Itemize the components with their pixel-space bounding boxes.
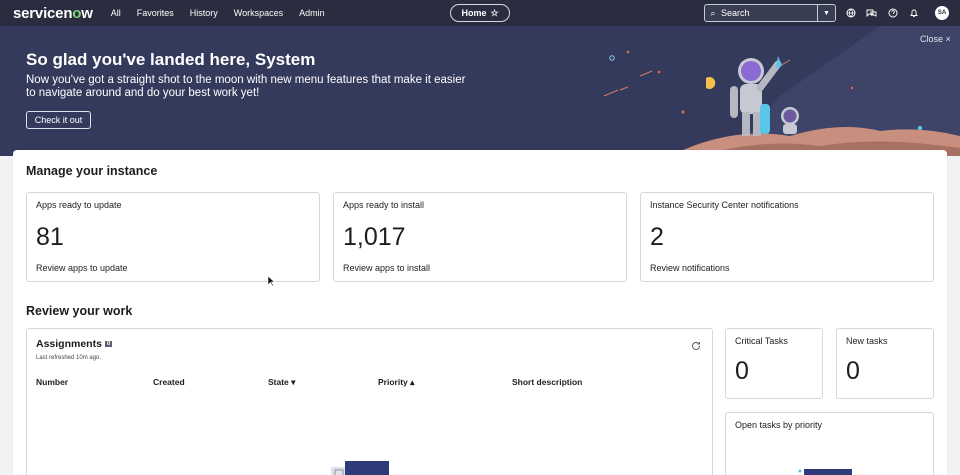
review-work-heading: Review your work — [26, 304, 133, 318]
chart-placeholder-illustration — [798, 469, 852, 475]
sort-up-icon: ▴ — [410, 377, 415, 387]
card-title: Instance Security Center notifications — [650, 200, 799, 210]
globe-icon[interactable] — [844, 6, 857, 19]
nav-all[interactable]: All — [111, 8, 121, 18]
search-icon: ⌕ — [710, 7, 716, 18]
column-state[interactable]: State ▾ — [268, 377, 295, 388]
nav-favorites[interactable]: Favorites — [137, 8, 174, 18]
nav-history[interactable]: History — [190, 8, 218, 18]
card-value: 2 — [650, 223, 664, 251]
search-dropdown-icon[interactable]: ▼ — [817, 5, 835, 21]
chat-icon[interactable] — [865, 6, 878, 19]
top-navigation: servicenow All Favorites History Workspa… — [0, 0, 960, 26]
home-label: Home — [461, 8, 487, 18]
last-refreshed: Last refreshed 10m ago. — [36, 355, 102, 361]
review-apps-install-link[interactable]: Review apps to install — [343, 263, 430, 273]
star-icon[interactable]: ☆ — [490, 8, 498, 19]
card-title: Apps ready to update — [36, 200, 122, 210]
column-priority[interactable]: Priority ▴ — [378, 377, 414, 388]
help-icon[interactable] — [886, 6, 899, 19]
welcome-banner: So glad you've landed here, System Now y… — [0, 26, 960, 156]
astronaut-illustration — [603, 26, 960, 156]
nav-workspaces[interactable]: Workspaces — [234, 8, 283, 18]
close-banner-button[interactable]: Close × — [920, 34, 951, 44]
assignments-card: Assignments 0 Last refreshed 10m ago. Num… — [26, 328, 713, 475]
nav-links: All Favorites History Workspaces Admin — [111, 8, 341, 18]
review-notifications-link[interactable]: Review notifications — [650, 263, 730, 273]
card-title: Critical Tasks — [735, 336, 788, 346]
main-panel: Manage your instance Apps ready to updat… — [13, 150, 947, 475]
check-it-out-button[interactable]: Check it out — [26, 111, 91, 129]
column-short-description[interactable]: Short description — [512, 377, 582, 387]
column-created[interactable]: Created — [153, 377, 185, 387]
assignments-title: Assignments 0 — [36, 338, 113, 350]
card-title: New tasks — [846, 336, 888, 346]
new-tasks-card[interactable]: New tasks 0 — [836, 328, 934, 399]
assignments-count-badge: 0 — [104, 341, 113, 348]
critical-tasks-card[interactable]: Critical Tasks 0 — [725, 328, 823, 399]
banner-text: Now you've got a straight shot to the mo… — [26, 74, 466, 99]
sort-down-icon: ▾ — [291, 377, 296, 387]
servicenow-logo[interactable]: servicenow — [13, 5, 93, 22]
banner-title: So glad you've landed here, System — [26, 50, 316, 69]
card-title: Apps ready to install — [343, 200, 425, 210]
review-apps-update-link[interactable]: Review apps to update — [36, 263, 128, 273]
empty-state-illustration — [331, 461, 389, 475]
apps-update-card[interactable]: Apps ready to update 81 Review apps to u… — [26, 192, 320, 282]
column-number[interactable]: Number — [36, 377, 68, 387]
nav-admin[interactable]: Admin — [299, 8, 325, 18]
search-box[interactable]: ⌕ Search ▼ — [704, 4, 836, 22]
refresh-icon[interactable] — [691, 341, 701, 351]
card-value: 1,017 — [343, 223, 406, 251]
card-value: 0 — [735, 357, 749, 385]
card-value: 81 — [36, 223, 64, 251]
apps-install-card[interactable]: Apps ready to install 1,017 Review apps … — [333, 192, 627, 282]
security-notifications-card[interactable]: Instance Security Center notifications 2… — [640, 192, 934, 282]
search-input[interactable]: Search — [721, 8, 817, 18]
manage-instance-heading: Manage your instance — [26, 164, 158, 178]
avatar[interactable]: SA — [935, 6, 949, 20]
card-title: Open tasks by priority — [735, 420, 823, 430]
bell-icon[interactable] — [907, 6, 920, 19]
home-button[interactable]: Home ☆ — [450, 4, 510, 22]
open-tasks-priority-card: Open tasks by priority — [725, 412, 934, 475]
mouse-cursor-icon — [267, 275, 275, 287]
nav-icons — [844, 6, 920, 19]
card-value: 0 — [846, 357, 860, 385]
